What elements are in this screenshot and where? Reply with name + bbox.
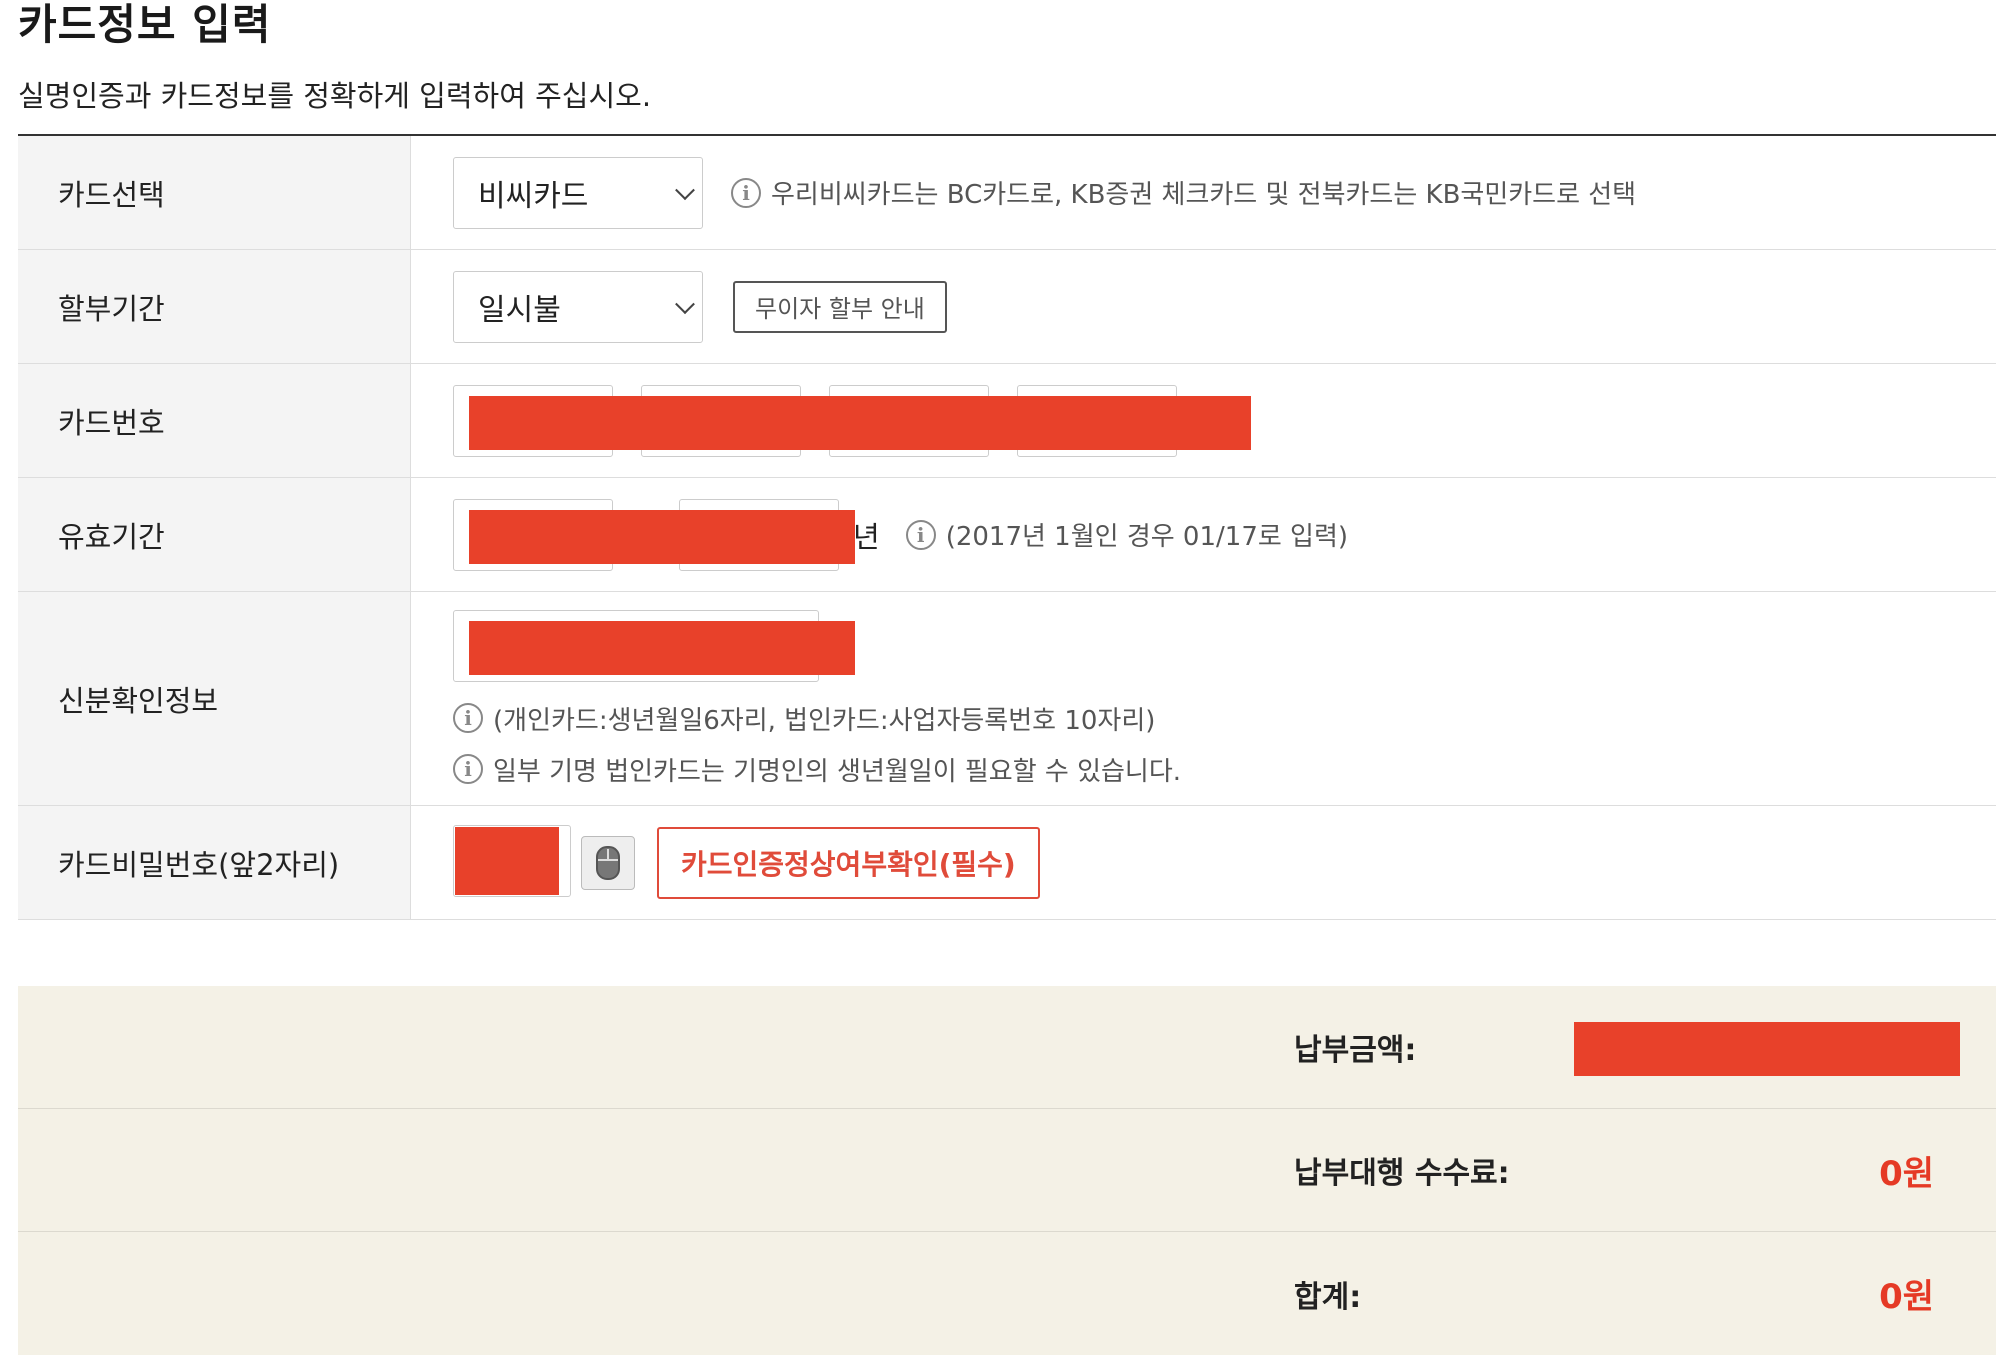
- card-number-label: 카드번호: [18, 364, 411, 477]
- info-icon: i: [453, 703, 483, 733]
- fee-value: 0원: [1879, 1153, 1934, 1194]
- expiry-note-text: (2017년 1월인 경우 01/17로 입력): [945, 522, 1349, 552]
- expiry-year-suffix: 년: [853, 519, 880, 554]
- identity-content: i (개인카드:생년월일6자리, 법인카드:사업자등록번호 10자리) i 일부…: [411, 592, 1996, 805]
- page-description: 실명인증과 카드정보를 정확하게 입력하여 주십시오.: [18, 79, 652, 113]
- expiry-inputs: [453, 498, 855, 571]
- card-select-label: 카드선택: [18, 136, 411, 249]
- card-select-note-text: 우리비씨카드는 BC카드로, KB증권 체크카드 및 전북카드는 KB국민카드로…: [771, 180, 1637, 210]
- expiry-content: 년 i (2017년 1월인 경우 01/17로 입력): [411, 478, 1996, 591]
- summary-row-fee: 납부대행 수수료: 0원: [18, 1109, 1996, 1232]
- password-input-wrap: [453, 824, 571, 901]
- row-installment: 할부기간 일시불 무이자 할부 안내: [18, 250, 1996, 364]
- password-label: 카드비밀번호(앞2자리): [18, 806, 411, 919]
- amount-label: 납부금액:: [1294, 1033, 1417, 1068]
- identity-note-2: i 일부 기명 법인카드는 기명인의 생년월일이 필요할 수 있습니다.: [453, 751, 1181, 788]
- virtual-keypad-button[interactable]: [581, 835, 635, 890]
- summary-row-amount: 납부금액:: [18, 986, 1996, 1109]
- identity-note-1: i (개인카드:생년월일6자리, 법인카드:사업자등록번호 10자리): [453, 700, 1155, 737]
- redaction-block: [469, 509, 855, 564]
- info-icon: i: [905, 519, 936, 550]
- mouse-icon: [596, 845, 620, 880]
- fee-label: 납부대행 수수료:: [1294, 1156, 1510, 1191]
- chevron-down-icon: [675, 293, 695, 314]
- page-title: 카드정보 입력: [18, 0, 272, 49]
- info-icon: i: [453, 754, 483, 784]
- installment-selected-value: 일시불: [478, 292, 561, 328]
- card-form-table: 카드선택 비씨카드 i 우리비씨카드는 BC카드로, KB증권 체크카드 및 전…: [18, 134, 1996, 920]
- payment-summary: 납부금액: 납부대행 수수료: 0원 합계: 0원: [18, 986, 1996, 1355]
- identity-note-2-text: 일부 기명 법인카드는 기명인의 생년월일이 필요할 수 있습니다.: [493, 756, 1182, 787]
- total-value: 0원: [1879, 1277, 1934, 1317]
- info-icon: i: [731, 177, 761, 208]
- row-identity: 신분확인정보 i (개인카드:생년월일6자리, 법인카드:사업자등록번호 10자…: [18, 592, 1996, 806]
- row-expiry: 유효기간 년 i (2017년 1월인 경우 01/17로 입력): [18, 478, 1996, 592]
- card-type-selected-value: 비씨카드: [478, 178, 589, 214]
- expiry-note: i (2017년 1월인 경우 01/17로 입력): [905, 516, 1349, 553]
- redaction-block: [469, 620, 855, 675]
- redaction-block: [455, 826, 559, 895]
- redaction-block: [1574, 1022, 1960, 1076]
- total-label: 합계:: [1294, 1279, 1362, 1315]
- card-auth-check-button[interactable]: 카드인증정상여부확인(필수): [657, 826, 1040, 899]
- installment-select[interactable]: 일시불: [453, 270, 703, 343]
- chevron-down-icon: [675, 179, 695, 200]
- expiry-label: 유효기간: [18, 478, 411, 591]
- redaction-block: [469, 395, 1251, 450]
- summary-row-total: 합계: 0원: [18, 1232, 1996, 1355]
- password-content: 카드인증정상여부확인(필수): [411, 806, 1996, 919]
- installment-label: 할부기간: [18, 250, 411, 363]
- row-card-number: 카드번호: [18, 364, 1996, 478]
- identity-note-1-text: (개인카드:생년월일6자리, 법인카드:사업자등록번호 10자리): [493, 705, 1156, 736]
- card-number-content: [411, 364, 1996, 477]
- card-info-page: 카드정보 입력 실명인증과 카드정보를 정확하게 입력하여 주십시오. 카드선택…: [0, 0, 1996, 1366]
- installment-content: 일시불 무이자 할부 안내: [411, 250, 1996, 363]
- row-password: 카드비밀번호(앞2자리) 카드인증정상여부확인(필수): [18, 806, 1996, 920]
- card-type-select[interactable]: 비씨카드: [453, 156, 703, 229]
- row-card-select: 카드선택 비씨카드 i 우리비씨카드는 BC카드로, KB증권 체크카드 및 전…: [18, 136, 1996, 250]
- card-select-content: 비씨카드 i 우리비씨카드는 BC카드로, KB증권 체크카드 및 전북카드는 …: [411, 136, 1996, 249]
- interest-free-guide-button[interactable]: 무이자 할부 안내: [733, 280, 947, 333]
- identity-input-wrap: [453, 609, 855, 686]
- card-number-inputs: [453, 384, 1251, 457]
- card-select-note: i 우리비씨카드는 BC카드로, KB증권 체크카드 및 전북카드는 KB국민카…: [731, 174, 1636, 211]
- identity-label: 신분확인정보: [18, 592, 411, 805]
